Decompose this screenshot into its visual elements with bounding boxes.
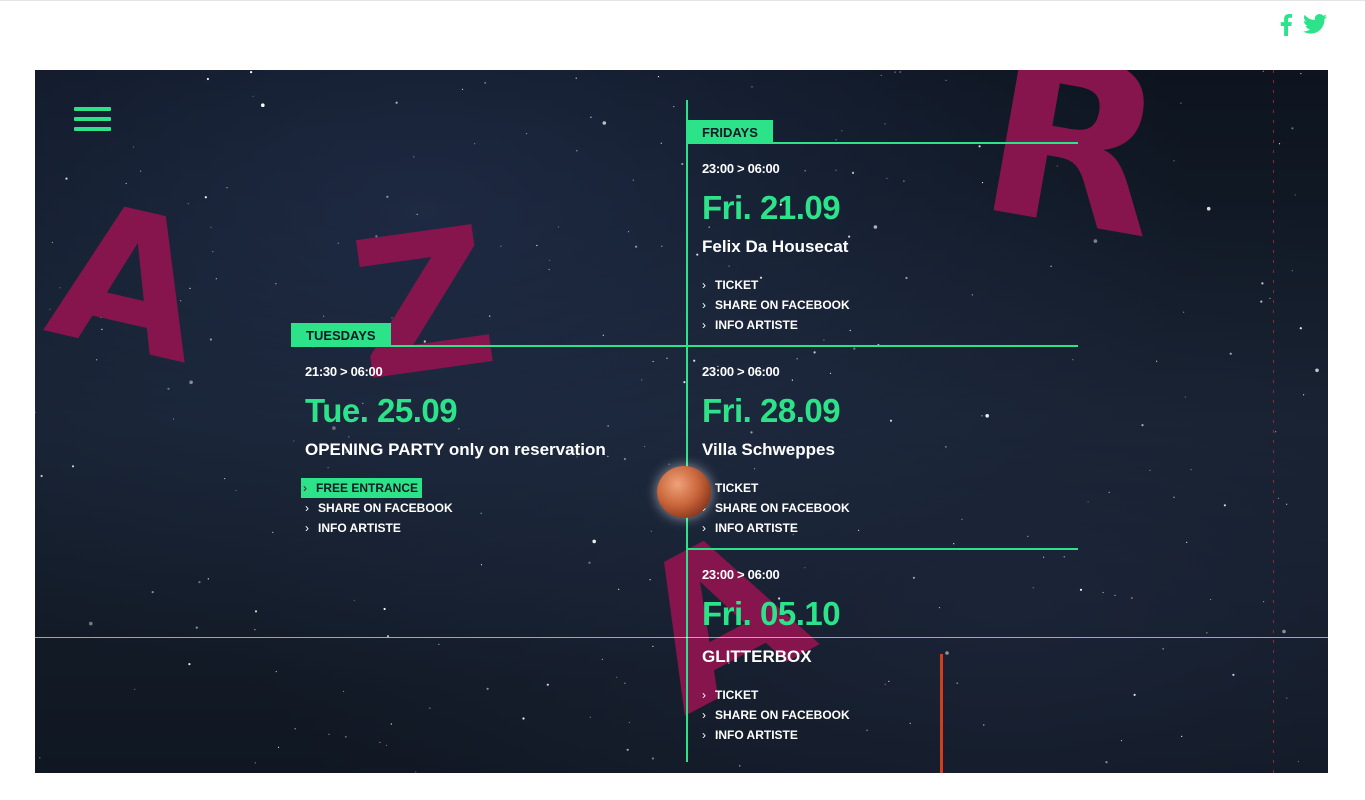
chevron-right-icon: ›	[305, 501, 309, 515]
chevron-right-icon: ›	[702, 708, 706, 722]
moon-image	[657, 466, 711, 518]
facebook-icon[interactable]	[1279, 14, 1293, 36]
event-links: ›TICKET ›SHARE ON FACEBOOK ›INFO ARTISTE	[702, 478, 1082, 538]
fridays-tag: FRIDAYS	[687, 120, 773, 143]
chevron-right-icon: ›	[702, 298, 706, 312]
event-card-fri-05-10: 23:00 > 06:00 Fri. 05.10 GLITTERBOX › TIC…	[702, 567, 1082, 745]
event-date: Fri. 28.09	[702, 392, 841, 429]
hamburger-menu-icon[interactable]	[74, 107, 111, 133]
event-artist: GLITTERBOX	[702, 647, 812, 666]
twitter-icon[interactable]	[1303, 14, 1327, 36]
info-artiste-link[interactable]: › INFO ARTISTE	[702, 315, 1082, 335]
event-artist: Felix Da Housecat	[702, 237, 849, 256]
event-time: 23:00 > 06:00	[702, 567, 780, 582]
info-artiste-link[interactable]: › INFO ARTISTE	[702, 725, 1082, 745]
social-links	[1279, 14, 1327, 36]
share-on-facebook-link[interactable]: ›SHARE ON FACEBOOK	[702, 295, 1082, 315]
chevron-right-icon: ›	[305, 521, 309, 535]
chevron-right-icon: ›	[702, 318, 706, 332]
event-time: 23:00 > 06:00	[702, 161, 780, 176]
chevron-right-icon: ›	[702, 688, 706, 702]
info-artiste-link[interactable]: › INFO ARTISTE	[702, 518, 1082, 538]
event-card-fri-28-09: 23:00 > 06:00 Fri. 28.09 Villa Schweppes…	[702, 364, 1082, 538]
event-date: Tue. 25.09	[305, 392, 458, 429]
event-time: 23:00 > 06:00	[702, 364, 780, 379]
share-on-facebook-link[interactable]: ›SHARE ON FACEBOOK	[702, 498, 1082, 518]
timeline-vertical-line	[686, 100, 688, 762]
tuesdays-header-line	[291, 345, 1078, 347]
chevron-right-icon: ›	[303, 481, 307, 495]
event-card-tue-25-09: 21:30 > 06:00 Tue. 25.09 OPENING PARTY o…	[301, 364, 685, 538]
share-on-facebook-link[interactable]: ›SHARE ON FACEBOOK	[702, 705, 1082, 725]
chevron-right-icon: ›	[702, 278, 706, 292]
top-divider	[0, 0, 1365, 1]
info-artiste-link[interactable]: › INFO ARTISTE	[305, 518, 685, 538]
red-accent-line	[940, 654, 943, 773]
chevron-right-icon: ›	[702, 521, 706, 535]
fridays-row-divider	[686, 548, 1078, 550]
ticket-link[interactable]: ›TICKET	[702, 275, 1082, 295]
share-on-facebook-link[interactable]: ›SHARE ON FACEBOOK	[305, 498, 685, 518]
event-links: ›TICKET ›SHARE ON FACEBOOK ›INFO ARTISTE	[702, 685, 1082, 745]
ticket-link[interactable]: ›TICKET	[702, 685, 1082, 705]
chevron-right-icon: ›	[702, 728, 706, 742]
dashed-divider	[1273, 70, 1274, 773]
free-entrance-link[interactable]: › FREE ENTRANCE	[301, 478, 423, 498]
event-links: › FREE ENTRANCE › SHARE ON FACEBOOK › INFO …	[301, 478, 685, 538]
event-artist: Villa Schweppes	[702, 440, 835, 459]
event-card-fri-21-09: 23:00 > 06:00 Fri. 21.09 Felix Da Housec…	[702, 161, 1082, 335]
event-date: Fri. 21.09	[702, 189, 841, 226]
ticket-link[interactable]: ›TICKET	[702, 478, 1082, 498]
event-artist: OPENING PARTY only on reservation	[305, 440, 606, 459]
event-date: Fri. 05.10	[702, 595, 841, 632]
event-time: 21:30 > 06:00	[305, 364, 383, 379]
viewport-fold-line	[0, 637, 1365, 638]
event-links: ›TICKET ›SHARE ON FACEBOOK ›INFO ARTISTE	[702, 275, 1082, 335]
tuesdays-tag: TUESDAYS	[291, 323, 391, 346]
event-calendar-stage: A Z R A FRIDAYS TUESDAYS 21:30 > 06:00 T…	[35, 70, 1328, 773]
